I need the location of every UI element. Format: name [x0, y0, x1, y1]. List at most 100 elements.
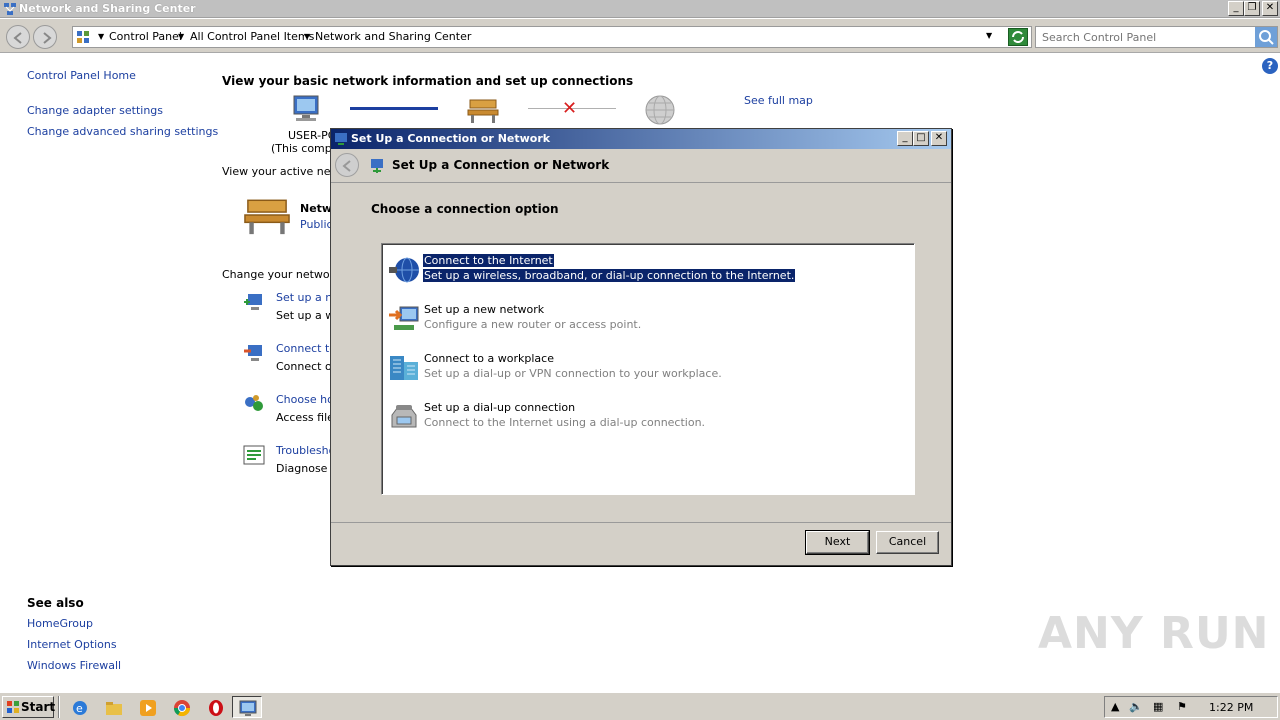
- dialog-body: Choose a connection option Connect to th…: [331, 183, 951, 523]
- public-network-bench-icon: [244, 199, 290, 235]
- back-arrow-icon: [342, 160, 351, 172]
- chrome-icon: [173, 700, 191, 717]
- volume-icon[interactable]: 🔈: [1129, 700, 1143, 713]
- page-heading: View your basic network information and …: [222, 74, 634, 88]
- globe-cable-icon: [389, 257, 419, 283]
- task-link-troubleshoot[interactable]: Troublesho: [276, 444, 335, 457]
- active-networks-label: View your active netw: [222, 165, 344, 178]
- search-button[interactable]: [1255, 27, 1277, 47]
- dialog-back-button[interactable]: [335, 153, 359, 177]
- chrome-button[interactable]: [166, 696, 196, 718]
- dialog-maximize-button[interactable]: □: [913, 131, 929, 146]
- option-new-network[interactable]: Set up a new network Configure a new rou…: [384, 303, 912, 347]
- network-setup-icon: [371, 159, 383, 173]
- dialog-header-title: Set Up a Connection or Network: [392, 158, 610, 172]
- internet-explorer-button[interactable]: e: [64, 696, 94, 718]
- action-center-flag-icon[interactable]: ⚑: [1177, 700, 1187, 713]
- file-explorer-icon: [106, 702, 122, 715]
- see-full-map-link[interactable]: See full map: [744, 94, 813, 107]
- anyrun-watermark: ANY RUN: [1038, 608, 1270, 659]
- close-button[interactable]: ✕: [1262, 1, 1278, 16]
- network-tray-icon[interactable]: ▦: [1153, 700, 1163, 713]
- system-tray: ▲ 🔈 ▦ ⚑ 1:22 PM: [1104, 696, 1278, 718]
- option-desc: Configure a new router or access point.: [424, 318, 642, 331]
- search-box[interactable]: [1035, 26, 1278, 48]
- change-adapter-settings-link[interactable]: Change adapter settings: [27, 104, 163, 117]
- option-title: Connect to the Internet: [423, 254, 554, 267]
- windows-firewall-link[interactable]: Windows Firewall: [27, 659, 121, 672]
- network-name: Netw: [300, 202, 333, 215]
- breadcrumb[interactable]: ▼ Control Panel ▼ All Control Panel Item…: [72, 26, 1032, 48]
- see-also-header: See also: [27, 596, 84, 610]
- restore-button[interactable]: ❐: [1244, 1, 1260, 16]
- file-explorer-button[interactable]: [98, 696, 128, 718]
- opera-button[interactable]: [200, 696, 230, 718]
- window-title: Network and Sharing Center: [19, 2, 196, 15]
- dialog-close-button[interactable]: ✕: [931, 131, 947, 146]
- change-settings-label: Change your networki: [222, 268, 344, 281]
- troubleshoot-icon: [243, 445, 265, 465]
- telephone-icon: [391, 405, 417, 428]
- change-advanced-sharing-link[interactable]: Change advanced sharing settings: [27, 125, 218, 138]
- dialog-instruction: Choose a connection option: [371, 202, 559, 216]
- chevron-down-icon[interactable]: ▼: [98, 32, 104, 41]
- crumb-network-center[interactable]: Network and Sharing Center: [315, 30, 471, 43]
- chevron-down-icon[interactable]: ▼: [178, 32, 184, 41]
- search-input[interactable]: [1036, 27, 1256, 47]
- forward-arrow-icon: [43, 32, 52, 44]
- back-arrow-icon: [13, 32, 22, 44]
- address-dropdown-icon[interactable]: ▼: [986, 31, 992, 40]
- option-desc: Connect to the Internet using a dial-up …: [424, 416, 706, 429]
- dialog-header: Set Up a Connection or Network: [331, 149, 951, 183]
- taskbar: Start e ▲ 🔈 ▦ ⚑ 1:22 PM: [0, 692, 1280, 720]
- task-desc-troubleshoot: Diagnose a: [276, 462, 338, 475]
- window-titlebar[interactable]: Network and Sharing Center _ ❐ ✕: [0, 0, 1280, 18]
- dialog-titlebar[interactable]: Set Up a Connection or Network _ □ ✕: [331, 129, 951, 149]
- back-button[interactable]: [6, 25, 30, 49]
- connection-options-list[interactable]: Connect to the Internet Set up a wireles…: [381, 243, 915, 495]
- control-panel-home-link[interactable]: Control Panel Home: [27, 69, 136, 82]
- option-dialup[interactable]: Set up a dial-up connection Connect to t…: [384, 401, 912, 445]
- minimize-button[interactable]: _: [1228, 1, 1244, 16]
- task-desc-setup: Set up a wi: [276, 309, 338, 322]
- internet-options-link[interactable]: Internet Options: [27, 638, 117, 651]
- task-link-connect[interactable]: Connect to: [276, 342, 336, 355]
- globe-icon: [645, 95, 675, 125]
- homegroup-link[interactable]: HomeGroup: [27, 617, 93, 630]
- media-player-button[interactable]: [132, 696, 162, 718]
- address-toolbar: ▼ Control Panel ▼ All Control Panel Item…: [0, 19, 1280, 53]
- start-label: Start: [21, 700, 56, 714]
- show-hidden-icons-icon[interactable]: ▲: [1111, 700, 1119, 713]
- opera-icon: [209, 700, 223, 716]
- option-connect-internet[interactable]: Connect to the Internet Set up a wireles…: [384, 254, 912, 298]
- cancel-button[interactable]: Cancel: [876, 531, 939, 554]
- clock[interactable]: 1:22 PM: [1209, 701, 1253, 714]
- new-network-icon: [389, 306, 419, 330]
- computer-icon: [293, 95, 319, 121]
- workplace-building-icon: [390, 356, 418, 380]
- connect-network-icon: [244, 345, 262, 361]
- start-button[interactable]: Start: [2, 696, 56, 718]
- forward-button[interactable]: [33, 25, 57, 49]
- crumb-control-panel[interactable]: Control Panel: [109, 30, 182, 43]
- network-setup-icon: [335, 133, 347, 145]
- taskbar-divider: [58, 696, 60, 718]
- task-link-homegroup[interactable]: Choose hor: [276, 393, 338, 406]
- bench-icon: [467, 99, 499, 123]
- setup-connection-dialog: Set Up a Connection or Network _ □ ✕ Set…: [330, 128, 952, 566]
- control-panel-icon: [239, 700, 257, 716]
- computer-name: USER-PC: [288, 129, 336, 142]
- chevron-down-icon[interactable]: ▼: [304, 32, 310, 41]
- control-panel-taskbar-button[interactable]: [232, 696, 262, 718]
- dialog-minimize-button[interactable]: _: [897, 131, 913, 146]
- help-icon[interactable]: ?: [1262, 58, 1278, 74]
- dialog-title: Set Up a Connection or Network: [351, 132, 551, 145]
- next-button[interactable]: Next: [805, 530, 870, 555]
- network-link-line: [350, 107, 438, 110]
- option-workplace[interactable]: Connect to a workplace Set up a dial-up …: [384, 352, 912, 396]
- crumb-all-items[interactable]: All Control Panel Items: [190, 30, 314, 43]
- refresh-button[interactable]: [1008, 28, 1028, 46]
- option-title: Set up a dial-up connection: [424, 401, 576, 414]
- network-type-link[interactable]: Public: [300, 218, 333, 231]
- windows-logo-icon: [7, 701, 19, 713]
